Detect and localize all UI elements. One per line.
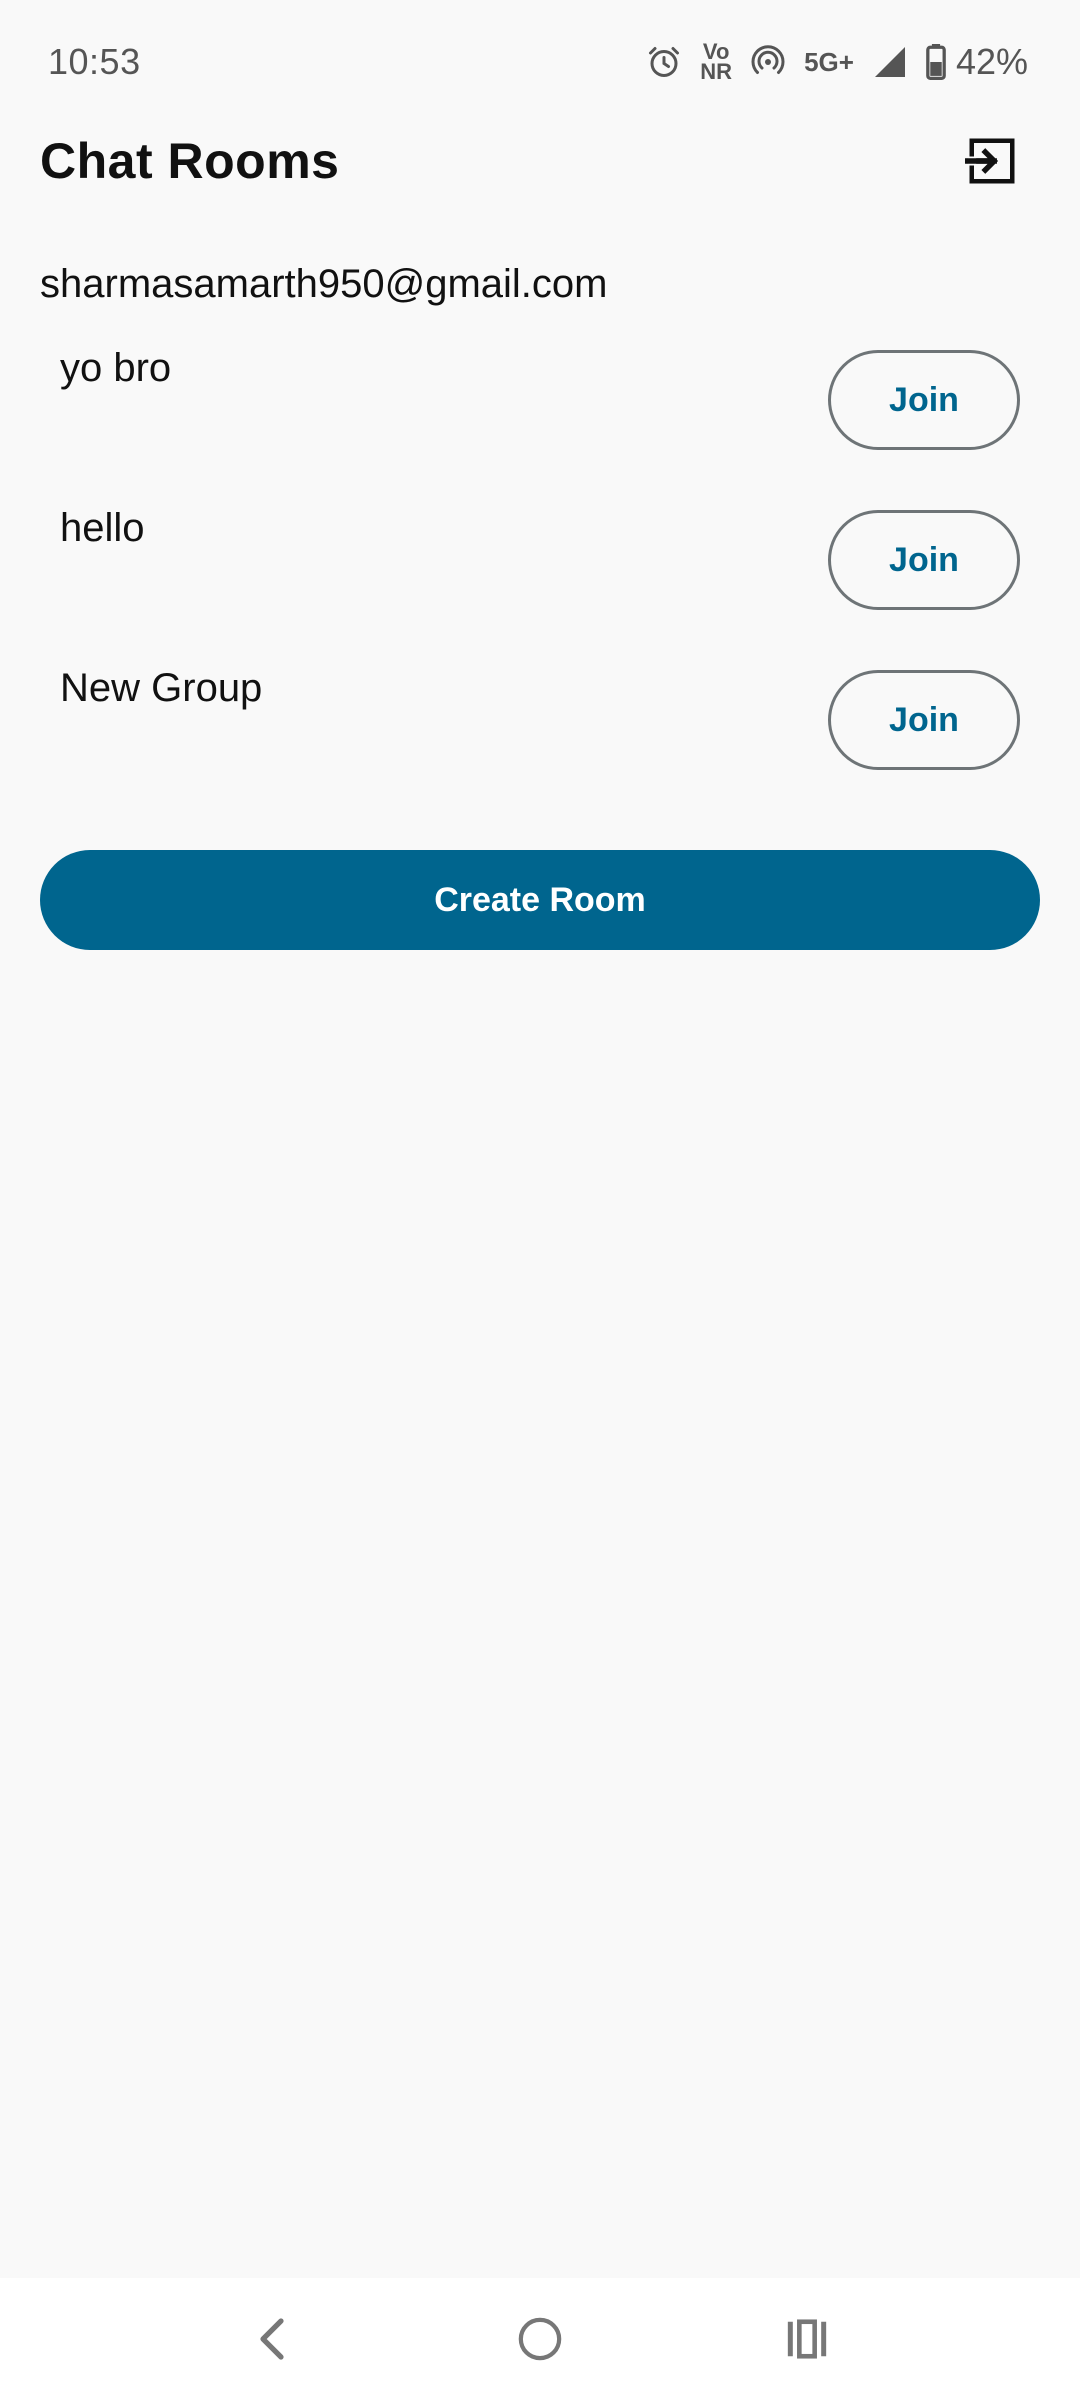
room-row: hello Join [0, 492, 1080, 652]
room-name: hello [60, 506, 145, 550]
logout-icon [965, 138, 1015, 184]
room-row: yo bro Join [0, 332, 1080, 492]
battery-icon [926, 44, 946, 80]
room-row: New Group Join [0, 652, 1080, 812]
join-button[interactable]: Join [828, 510, 1020, 610]
back-button[interactable] [213, 2289, 333, 2389]
room-list: yo bro Join hello Join New Group Join [0, 332, 1080, 812]
join-button[interactable]: Join [828, 670, 1020, 770]
battery-percentage: 42% [955, 41, 1028, 82]
volte-icon: Vo NR [700, 39, 733, 84]
status-bar: 10:53 Vo NR 5G+ 42% [0, 0, 1080, 124]
app-header: Chat Rooms [40, 124, 1040, 198]
hotspot-icon [751, 45, 785, 74]
signal-icon [874, 47, 905, 77]
system-nav-bar [0, 2278, 1080, 2400]
home-button[interactable] [480, 2289, 600, 2389]
logout-button[interactable] [950, 119, 1034, 203]
page-title: Chat Rooms [40, 133, 340, 189]
status-icons: Vo NR 5G+ 42% [646, 41, 1028, 83]
room-name: New Group [60, 666, 263, 710]
recents-button[interactable] [747, 2289, 867, 2389]
user-email: sharmasamarth950@gmail.com [40, 262, 608, 306]
room-name: yo bro [60, 346, 172, 390]
join-button[interactable]: Join [828, 350, 1020, 450]
home-icon [518, 2317, 562, 2361]
network-type: 5G+ [804, 47, 854, 77]
create-room-button[interactable]: Create Room [40, 850, 1040, 950]
recents-icon [787, 2319, 826, 2359]
status-time: 10:53 [48, 41, 141, 82]
back-icon [260, 2318, 284, 2360]
alarm-icon [649, 47, 680, 77]
